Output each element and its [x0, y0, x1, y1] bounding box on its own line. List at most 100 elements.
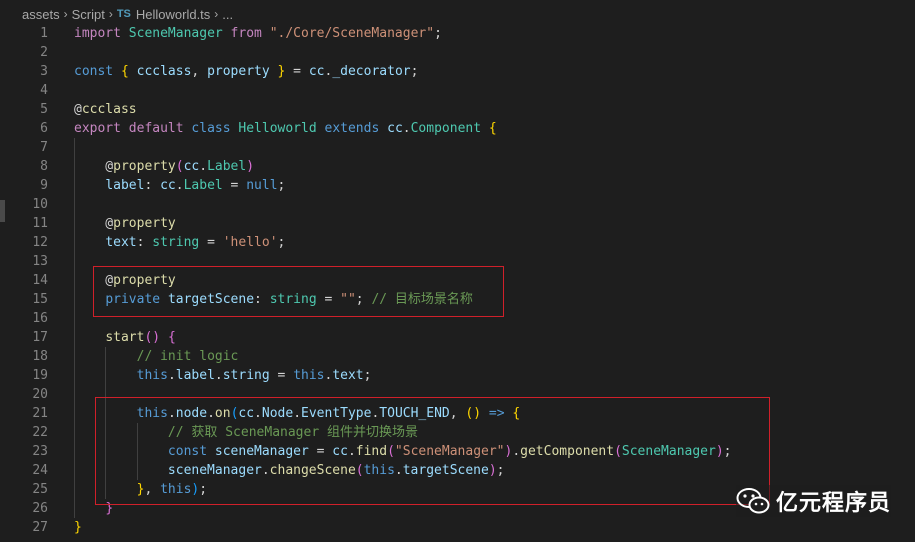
code-token: ccclass: [136, 64, 192, 79]
code-token: "./Core/SceneManager": [269, 26, 435, 41]
code-line: label: cc.Label = null;: [74, 176, 904, 195]
line-number: 6: [40, 121, 48, 136]
code-line: @property: [74, 214, 904, 233]
code-token: @: [74, 159, 114, 174]
code-token: (): [144, 330, 161, 345]
code-token: class: [191, 121, 231, 136]
code-token: {: [120, 64, 129, 79]
highlight-box-touch-handler: [95, 397, 770, 505]
indent-guide: [74, 271, 75, 290]
indent-guide: [74, 442, 75, 461]
indent-guide: [74, 138, 75, 157]
indent-guide: [74, 461, 75, 480]
code-token: ;: [363, 368, 372, 383]
chevron-right-icon: ›: [214, 7, 219, 21]
code-token: ccclass: [81, 102, 137, 117]
line-number-gutter: 1 2 3 4 5 6 7 8 9 10 11 12 13 14 15 16 17 18 19 20 21 22 23 24 2…: [0, 24, 60, 537]
breadcrumb-item-assets[interactable]: assets: [22, 7, 60, 22]
line-number: 21: [32, 406, 48, 421]
code-token: =: [285, 64, 309, 79]
code-token: this: [293, 368, 325, 383]
line-number: 3: [40, 64, 48, 79]
line-number: 12: [32, 235, 48, 250]
code-token: ;: [277, 235, 286, 250]
code-token: ;: [410, 64, 419, 79]
line-number: 25: [32, 482, 48, 497]
watermark: 亿元程序员: [736, 485, 892, 517]
line-number: 2: [40, 45, 48, 60]
breadcrumb-item-more[interactable]: ...: [222, 7, 233, 22]
indent-guide: [74, 366, 75, 385]
code-token: string: [152, 235, 200, 250]
code-token: property: [207, 64, 270, 79]
line-number: 11: [32, 216, 48, 231]
line-number: 26: [32, 501, 48, 516]
indent-guide: [74, 423, 75, 442]
code-token: cc: [160, 178, 176, 193]
highlight-box-property: [93, 266, 504, 317]
code-line: start() {: [74, 328, 904, 347]
line-number: 23: [32, 444, 48, 459]
indent-guide: [74, 157, 75, 176]
line-number: 22: [32, 425, 48, 440]
code-token: ;: [434, 26, 442, 41]
code-token: this: [136, 368, 168, 383]
breadcrumb-item-script[interactable]: Script: [72, 7, 105, 22]
line-number: 10: [32, 197, 48, 212]
indent-guide: [74, 195, 75, 214]
line-number: 13: [32, 254, 48, 269]
code-token: @: [74, 102, 82, 117]
line-number: 18: [32, 349, 48, 364]
code-token: null: [246, 178, 278, 193]
code-token: .: [199, 159, 208, 174]
code-line: [74, 195, 904, 214]
code-token: .: [214, 368, 223, 383]
indent-guide: [74, 328, 75, 347]
code-token: property: [113, 216, 176, 231]
line-number: 9: [40, 178, 48, 193]
code-token: export: [74, 121, 121, 136]
code-token: =: [199, 235, 223, 250]
indent-guide: [74, 176, 75, 195]
code-token: extends: [324, 121, 380, 136]
code-token: const: [74, 64, 114, 79]
code-line: text: string = 'hello';: [74, 233, 904, 252]
breadcrumb-item-file[interactable]: Helloworld.ts: [136, 7, 210, 22]
line-number: 14: [32, 273, 48, 288]
code-line: export default class Helloworld extends …: [74, 119, 904, 138]
code-line: this.label.string = this.text;: [74, 366, 904, 385]
code-token: =: [269, 368, 294, 383]
indent-guide: [74, 499, 75, 518]
code-line: [74, 138, 904, 157]
indent-guide: [74, 233, 75, 252]
code-token: ;: [277, 178, 286, 193]
code-token: :: [136, 235, 153, 250]
line-number: 20: [32, 387, 48, 402]
code-token: Component: [410, 121, 482, 136]
code-token: text: [332, 368, 364, 383]
code-line: import SceneManager from "./Core/SceneMa…: [74, 24, 904, 43]
indent-guide: [74, 404, 75, 423]
indent-guide: [105, 347, 107, 366]
code-token: cc: [183, 159, 200, 174]
code-token: .: [167, 368, 176, 383]
line-number: 16: [32, 311, 48, 326]
code-token: Label: [183, 178, 223, 193]
line-number: 19: [32, 368, 48, 383]
code-token: .: [175, 178, 184, 193]
code-token: ): [246, 159, 255, 174]
line-number: 17: [32, 330, 48, 345]
code-token: SceneManager: [128, 26, 223, 41]
